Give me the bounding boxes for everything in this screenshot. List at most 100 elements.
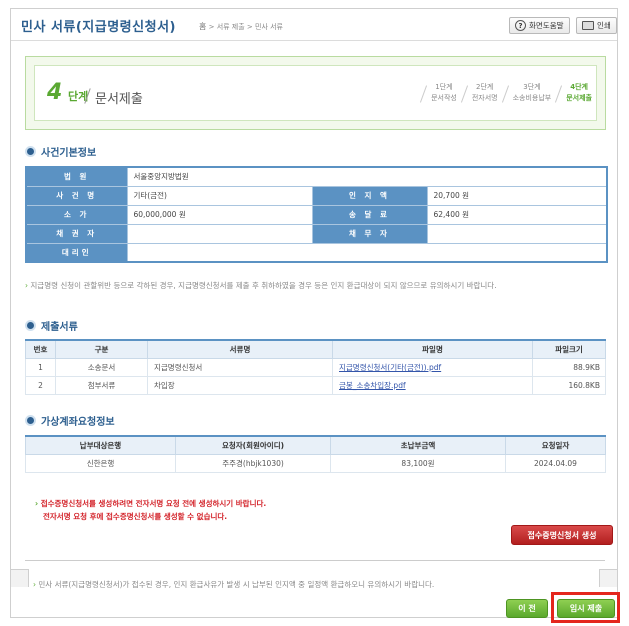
step-item-number: 3단계 <box>523 83 541 91</box>
table-header-row: 납부대상은행 요청자(회원아이디) 초납부금액 요청일자 <box>25 435 606 455</box>
column-header: 초납부금액 <box>330 435 506 455</box>
page-title: 민사 서류(지급명령신청서) <box>21 20 176 35</box>
table-row: 사 건 명 기타(금전) 인 지 액 20,700 원 <box>25 185 608 206</box>
account-amount: 83,100원 <box>330 453 506 473</box>
print-button-label: 인쇄 <box>597 21 611 30</box>
breadcrumb-path: > 서류 제출 > 민사 서류 <box>208 23 283 31</box>
virtual-account-table: 납부대상은행 요청자(회원아이디) 초납부금액 요청일자 신한은행 주주경(hb… <box>25 435 606 473</box>
doc-file-link[interactable]: 금봉_소송차입장.pdf <box>339 381 406 390</box>
bullet-icon <box>25 415 36 426</box>
table-row: 소 가 60,000,000 원 송 달 료 62,400 원 <box>25 204 608 225</box>
step-item-name: 문서제출 <box>566 94 592 102</box>
printer-icon <box>582 21 594 30</box>
column-header: 납부대상은행 <box>25 435 176 455</box>
help-button[interactable]: ? 화면도움말 <box>509 17 570 34</box>
agent-value <box>126 242 608 263</box>
court-label: 법 원 <box>25 166 128 187</box>
account-requester: 주주경(hbjk1030) <box>175 453 331 473</box>
table-header-row: 번호 구분 서류명 파일명 파일크기 <box>25 339 606 359</box>
create-receipt-button[interactable]: 접수증명신청서 생성 <box>511 525 613 545</box>
section-title-text: 제출서류 <box>41 322 78 333</box>
case-name-label: 사 건 명 <box>25 185 128 206</box>
service-fee-value: 62,400 원 <box>426 204 608 225</box>
case-name-value: 기타(금전) <box>126 185 313 206</box>
debtor-label: 채 무 자 <box>311 223 428 244</box>
doc-name: 차입장 <box>147 375 333 395</box>
breadcrumb: 홈 > 서류 제출 > 민사 서류 <box>199 21 283 32</box>
receipt-warning: › 접수증명신청서를 생성하려면 전자서명 요청 전에 생성하시기 바랍니다. … <box>35 497 266 523</box>
table-row: 2 첨부서류 차입장 금봉_소송차입장.pdf 160.8KB <box>25 375 606 395</box>
stamp-value: 20,700 원 <box>426 185 608 206</box>
agent-label: 대리인 <box>25 242 128 263</box>
question-circle-icon: ? <box>515 20 526 31</box>
section-title-text: 사건기본정보 <box>41 148 97 159</box>
section-title-text: 가상계좌요청정보 <box>41 417 115 428</box>
warning-line: 접수증명신청서를 생성하려면 전자서명 요청 전에 생성하시기 바랍니다. <box>40 499 267 508</box>
doc-type: 첨부서류 <box>55 375 148 395</box>
case-info-section-title: 사건기본정보 <box>25 144 96 159</box>
arrow-right-icon: › <box>25 281 28 290</box>
arrow-right-icon: › <box>33 580 36 589</box>
notice-text: 지급명령 신청이 관할위반 등으로 각하된 경우, 지급명령신청서를 제출 후 … <box>30 281 497 290</box>
step-item-name: 소송비용납부 <box>512 94 552 102</box>
column-header: 파일크기 <box>532 339 606 359</box>
step-item-number: 4단계 <box>570 83 588 91</box>
court-value: 서울중앙지방법원 <box>126 166 608 187</box>
column-header: 요청일자 <box>505 435 606 455</box>
doc-type: 소송문서 <box>55 357 148 377</box>
help-button-label: 화면도움말 <box>529 21 564 30</box>
corner-decoration <box>599 569 617 587</box>
table-row: 신한은행 주주경(hbjk1030) 83,100원 2024.04.09 <box>25 453 606 473</box>
documents-table: 번호 구분 서류명 파일명 파일크기 1 소송문서 지급명령신청서 지급명령신청… <box>25 339 606 395</box>
debtor-value <box>426 223 608 244</box>
doc-name: 지급명령신청서 <box>147 357 333 377</box>
step-item-name: 문서작성 <box>431 94 457 102</box>
account-bank: 신한은행 <box>25 453 176 473</box>
doc-size: 88.9KB <box>532 357 606 377</box>
stamp-refund-notice: › 지급명령 신청이 관할위반 등으로 각하된 경우, 지급명령신청서를 제출 … <box>25 279 605 292</box>
current-step-number: 4 <box>47 80 63 105</box>
column-header: 파일명 <box>332 339 533 359</box>
footer-note-text: 민사 서류(지급명령신청서)가 접수된 경우, 인지 환급사유가 발생 시 납부… <box>38 580 435 589</box>
creditor-label: 채 권 자 <box>25 223 128 244</box>
current-step-name: 문서제출 <box>95 92 143 107</box>
corner-decoration <box>11 569 29 587</box>
step-item-number: 2단계 <box>476 83 494 91</box>
breadcrumb-home[interactable]: 홈 <box>199 22 206 31</box>
bullet-icon <box>25 146 36 157</box>
main-window: 민사 서류(지급명령신청서) 홈 > 서류 제출 > 민사 서류 ? 화면도움말… <box>10 8 620 623</box>
service-fee-label: 송 달 료 <box>311 204 428 225</box>
arrow-right-icon: › <box>35 499 39 508</box>
doc-file-link[interactable]: 지급명령신청서(기타(금전)).pdf <box>339 363 441 372</box>
claim-label: 소 가 <box>25 204 128 225</box>
table-row: 대리인 <box>25 242 608 263</box>
step-item-number: 1단계 <box>435 83 453 91</box>
step-indicator-inner: 4 단계 문서제출 1단계 문서작성 2단계 전자서명 3단계 소송비용납부 4… <box>34 65 597 121</box>
title-bar: 민사 서류(지급명령신청서) 홈 > 서류 제출 > 민사 서류 ? 화면도움말… <box>11 9 617 41</box>
table-row: 채 권 자 채 무 자 <box>25 223 608 244</box>
column-header: 요청자(회원아이디) <box>175 435 331 455</box>
stamp-label: 인 지 액 <box>311 185 428 206</box>
virtual-account-section-title: 가상계좌요청정보 <box>25 413 115 428</box>
warning-line: 전자서명 요청 후에 접수증명신청서를 생성할 수 없습니다. <box>43 512 228 521</box>
prev-button[interactable]: 이 전 <box>506 599 548 618</box>
print-button[interactable]: 인쇄 <box>576 17 617 34</box>
step-item-1: 1단계 문서작성 <box>423 82 457 104</box>
bullet-icon <box>25 320 36 331</box>
doc-size: 160.8KB <box>532 375 606 395</box>
claim-value: 60,000,000 원 <box>126 204 313 225</box>
footer-divider <box>25 560 605 561</box>
step-item-name: 전자서명 <box>471 94 498 102</box>
creditor-value <box>126 223 313 244</box>
step-item-4: 4단계 문서제출 <box>558 82 592 104</box>
column-header: 서류명 <box>147 339 333 359</box>
account-date: 2024.04.09 <box>505 453 606 473</box>
column-header: 번호 <box>25 339 56 359</box>
step-item-3: 3단계 소송비용납부 <box>505 82 552 104</box>
table-row: 법 원 서울중앙지방법원 <box>25 166 608 187</box>
doc-no: 2 <box>25 375 56 395</box>
refund-footer-note: › 민사 서류(지급명령신청서)가 접수된 경우, 인지 환급사유가 발생 시 … <box>33 579 434 590</box>
table-row: 1 소송문서 지급명령신청서 지급명령신청서(기타(금전)).pdf 88.9K… <box>25 357 606 377</box>
step-list: 1단계 문서작성 2단계 전자서명 3단계 소송비용납부 4단계 문서제출 <box>423 82 592 104</box>
step-item-2: 2단계 전자서명 <box>464 82 498 104</box>
